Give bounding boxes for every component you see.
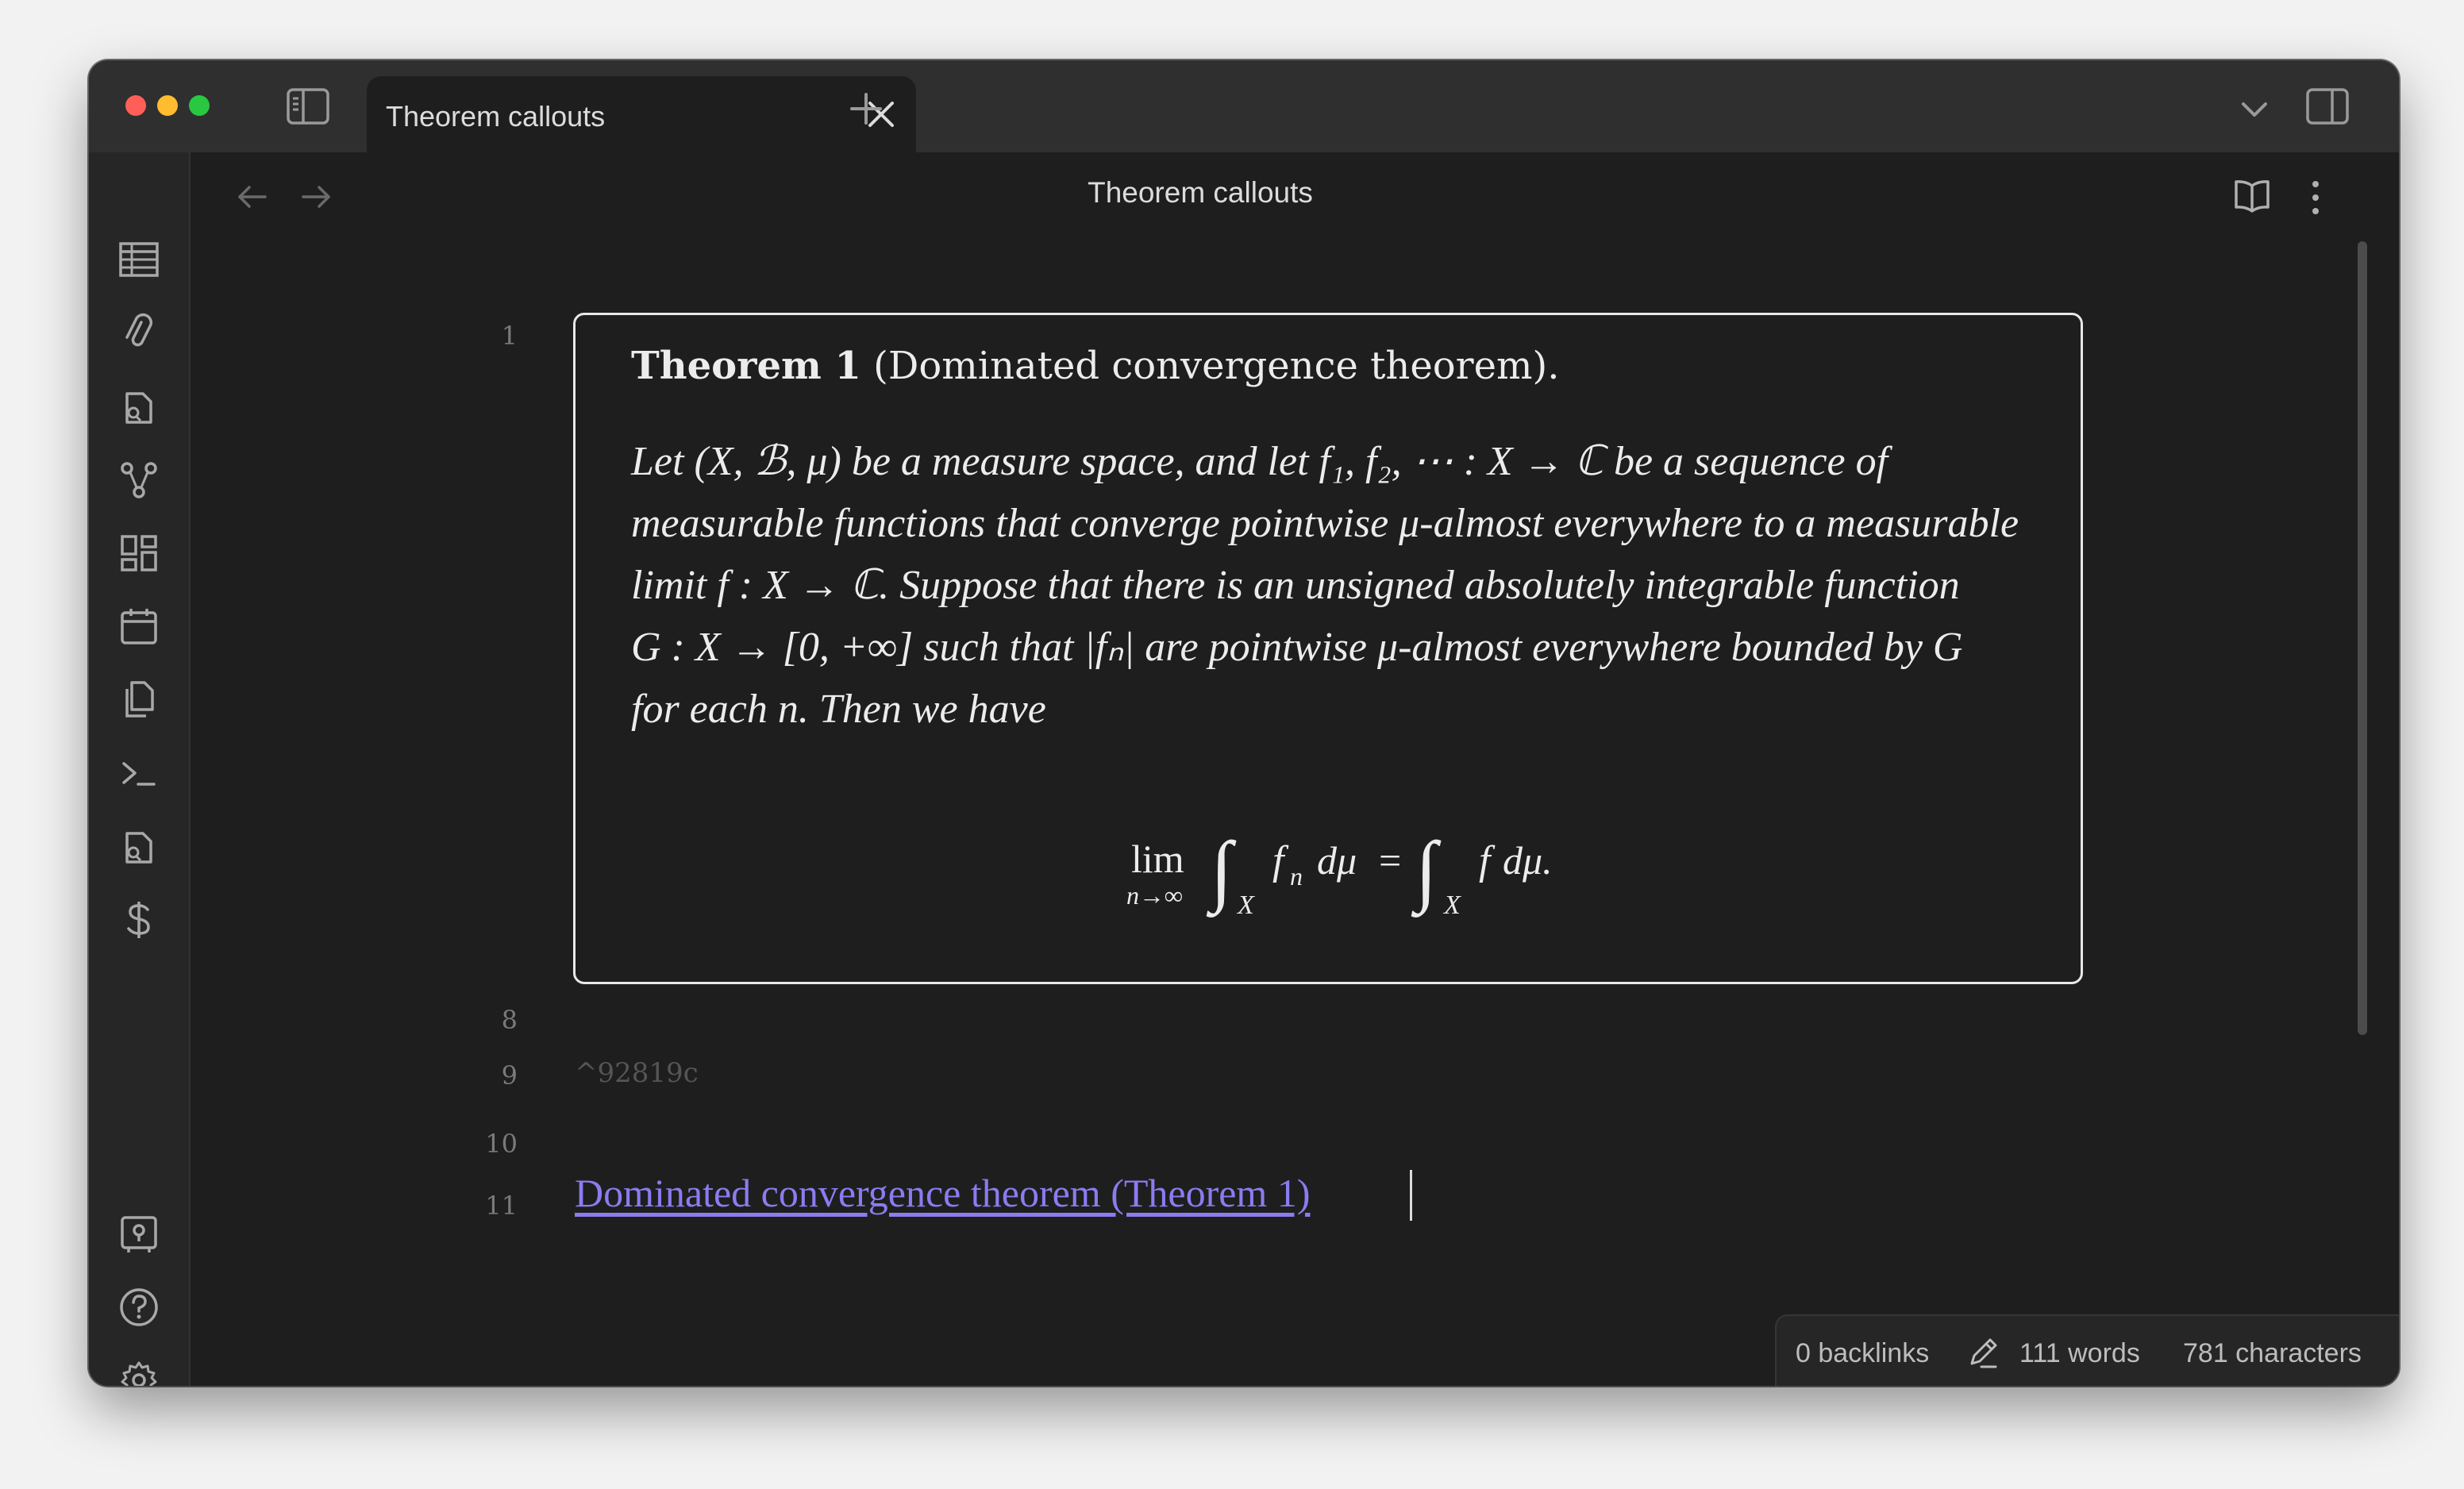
- character-count: 781 characters: [2183, 1338, 2362, 1368]
- body-line: limit f : X → ℂ. Suppose that there is a…: [631, 563, 1960, 608]
- terminal-icon[interactable]: [117, 752, 160, 795]
- formula-lhs-measure: dμ: [1317, 838, 1357, 883]
- callout-title: Theorem 1 (Dominated convergence theorem…: [631, 344, 1559, 388]
- line-number: 11: [485, 1191, 518, 1221]
- view-title: Theorem callouts: [1088, 176, 1313, 209]
- formula-rhs-measure: dμ.: [1503, 838, 1553, 883]
- line-number: 10: [485, 1129, 518, 1159]
- formula-equals: =: [1379, 838, 1401, 883]
- window-close-button[interactable]: [125, 95, 146, 116]
- line-number: 1: [501, 321, 518, 351]
- body-line: Let (X, ℬ, μ) be a measure space, and le…: [631, 439, 1888, 484]
- dashboard-icon[interactable]: [117, 532, 160, 575]
- copy-icon[interactable]: [117, 678, 160, 721]
- arrow-left-icon[interactable]: [235, 179, 270, 214]
- formula-rhs-integrand: f: [1479, 838, 1496, 883]
- body-line: for each n. Then we have: [631, 687, 1046, 732]
- left-ribbon: [89, 152, 191, 1386]
- backlinks-count[interactable]: 0 backlinks: [1796, 1338, 1929, 1369]
- book-open-icon[interactable]: [2232, 176, 2272, 216]
- tab-theorem-callouts[interactable]: Theorem callouts: [367, 76, 916, 152]
- formula-lhs-sub: n: [1290, 862, 1303, 891]
- formula-domain-right: X: [1442, 891, 1461, 920]
- app-window: Theorem callouts Theorem callouts 1 8 9 …: [89, 60, 2399, 1386]
- formula-lhs-integrand: f: [1272, 838, 1289, 883]
- callout-body: Let (X, ℬ, μ) be a measure space, and le…: [631, 431, 2044, 741]
- help-icon[interactable]: [117, 1286, 160, 1329]
- calendar-icon[interactable]: [117, 605, 160, 648]
- theorem-callout[interactable]: Theorem 1 (Dominated convergence theorem…: [573, 313, 2083, 984]
- more-options-icon[interactable]: [2304, 176, 2327, 219]
- scrollbar[interactable]: [2358, 241, 2367, 1035]
- internal-link[interactable]: Dominated convergence theorem (Theorem 1…: [575, 1170, 1310, 1216]
- graph-icon[interactable]: [117, 459, 160, 502]
- window-zoom-button[interactable]: [189, 95, 210, 116]
- text-cursor: [1410, 1170, 1412, 1221]
- vault-icon[interactable]: [117, 1213, 160, 1256]
- formula-domain-left: X: [1236, 891, 1255, 920]
- arrow-right-icon[interactable]: [298, 179, 333, 214]
- title-bar: Theorem callouts: [89, 60, 2399, 152]
- line-number: 9: [501, 1060, 518, 1091]
- body-line: measurable functions that converge point…: [631, 501, 2019, 546]
- formula-lim-sub: n→∞: [1126, 881, 1183, 910]
- dollar-icon[interactable]: [117, 898, 160, 941]
- block-id: ^92819c: [575, 1057, 699, 1089]
- tab-label: Theorem callouts: [386, 100, 606, 133]
- file-search-alt-icon[interactable]: [117, 825, 160, 868]
- chevron-down-icon[interactable]: [2237, 92, 2272, 127]
- formula-integral-right: ∫: [1411, 825, 1442, 918]
- word-count: 111 words: [2019, 1338, 2140, 1368]
- sidebar-left-icon[interactable]: [286, 87, 330, 125]
- sidebar-right-icon[interactable]: [2305, 87, 2350, 125]
- pencil-icon[interactable]: [1965, 1335, 2000, 1370]
- formula-integral-left: ∫: [1206, 825, 1237, 918]
- body-line: G : X → [0, +∞] such that |fₙ| are point…: [631, 625, 1963, 670]
- window-minimize-button[interactable]: [157, 95, 178, 116]
- plus-icon[interactable]: [848, 90, 884, 127]
- theorem-name: (Dominated convergence theorem).: [860, 344, 1560, 388]
- formula-lim: lim: [1131, 837, 1184, 881]
- status-bar: 0 backlinks 111 words 781 characters: [1775, 1314, 2399, 1386]
- settings-icon[interactable]: [117, 1359, 160, 1386]
- paperclip-icon[interactable]: [117, 313, 160, 356]
- table-icon[interactable]: [117, 238, 160, 281]
- theorem-number: Theorem 1: [631, 344, 861, 388]
- line-number: 8: [501, 1005, 518, 1035]
- file-search-icon[interactable]: [117, 386, 160, 429]
- display-formula: lim n→∞ ∫ X f n dμ = ∫ X f dμ.: [1126, 825, 1553, 920]
